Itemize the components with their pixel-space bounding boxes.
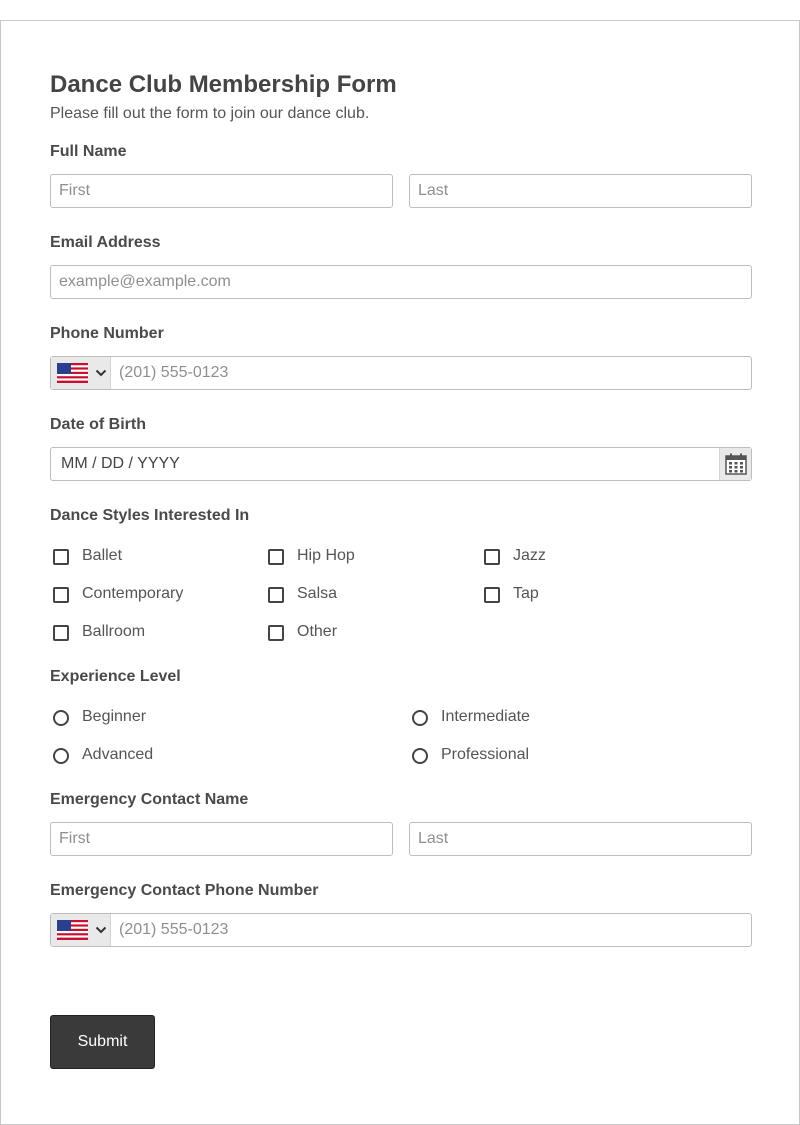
checkbox-box[interactable] bbox=[268, 587, 284, 603]
emergency-phone-field bbox=[50, 913, 752, 947]
checkbox-box[interactable] bbox=[53, 625, 69, 641]
full-name-label: Full Name bbox=[50, 143, 127, 160]
radio-circle[interactable] bbox=[53, 748, 69, 764]
emergency-last-name-input[interactable] bbox=[409, 822, 752, 856]
checkbox-label: Hip Hop bbox=[297, 547, 355, 564]
radio-circle[interactable] bbox=[412, 710, 428, 726]
submit-button[interactable]: Submit bbox=[50, 1015, 155, 1069]
checkbox-box[interactable] bbox=[268, 625, 284, 641]
radio-label: Professional bbox=[441, 746, 530, 763]
calendar-icon bbox=[725, 453, 747, 475]
emergency-phone-label: Emergency Contact Phone Number bbox=[50, 882, 319, 899]
us-flag-icon bbox=[57, 363, 88, 383]
checkbox-label: Jazz bbox=[513, 547, 546, 564]
phone-field bbox=[50, 356, 752, 390]
checkbox-label: Ballroom bbox=[82, 623, 146, 640]
checkbox-box[interactable] bbox=[484, 549, 500, 565]
phone-label: Phone Number bbox=[50, 325, 164, 342]
checkbox-box[interactable] bbox=[484, 587, 500, 603]
phone-input[interactable] bbox=[111, 357, 751, 389]
emergency-first-name-input[interactable] bbox=[50, 822, 393, 856]
dob-label: Date of Birth bbox=[50, 416, 146, 433]
dance-styles-label: Dance Styles Interested In bbox=[50, 507, 250, 524]
checkbox-box[interactable] bbox=[53, 587, 69, 603]
radio-label: Advanced bbox=[82, 746, 154, 763]
us-flag-icon bbox=[57, 920, 88, 940]
checkbox-label: Ballet bbox=[82, 547, 123, 564]
dob-input[interactable] bbox=[51, 448, 719, 480]
checkbox-label: Other bbox=[297, 623, 338, 640]
emergency-name-label: Emergency Contact Name bbox=[50, 791, 249, 808]
email-input[interactable] bbox=[50, 265, 752, 299]
form-card: Dance Club Membership Form Please fill o… bbox=[0, 20, 800, 1125]
radio-circle[interactable] bbox=[53, 710, 69, 726]
chevron-down-icon bbox=[95, 926, 107, 934]
checkbox-label: Salsa bbox=[297, 585, 338, 602]
emergency-country-code-selector[interactable] bbox=[51, 914, 111, 946]
country-code-selector[interactable] bbox=[51, 357, 111, 389]
radio-label: Beginner bbox=[82, 708, 147, 725]
radio-label: Intermediate bbox=[441, 708, 530, 725]
chevron-down-icon bbox=[95, 369, 107, 377]
form-subtitle: Please fill out the form to join our dan… bbox=[50, 105, 370, 122]
radio-circle[interactable] bbox=[412, 748, 428, 764]
calendar-button[interactable] bbox=[719, 448, 751, 480]
page-title: Dance Club Membership Form bbox=[50, 71, 397, 98]
email-label: Email Address bbox=[50, 234, 161, 251]
dob-field bbox=[50, 447, 752, 481]
first-name-input[interactable] bbox=[50, 174, 393, 208]
checkbox-label: Contemporary bbox=[82, 585, 184, 602]
checkbox-box[interactable] bbox=[268, 549, 284, 565]
experience-label: Experience Level bbox=[50, 668, 181, 685]
last-name-input[interactable] bbox=[409, 174, 752, 208]
checkbox-box[interactable] bbox=[53, 549, 69, 565]
checkbox-label: Tap bbox=[513, 585, 539, 602]
emergency-phone-input[interactable] bbox=[111, 914, 751, 946]
